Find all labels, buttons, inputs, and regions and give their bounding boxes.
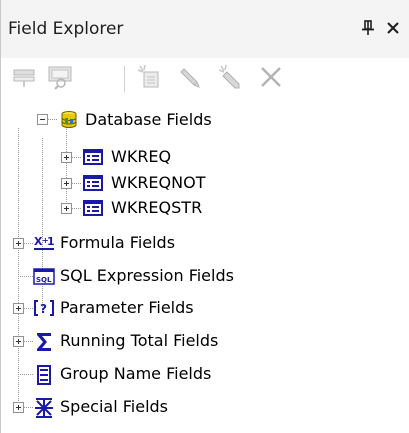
field-explorer-toolbar	[1, 58, 409, 98]
toolbar-separator	[124, 66, 125, 92]
expand-parameter-fields-toggle[interactable]	[13, 303, 24, 314]
browse-data-icon[interactable]	[47, 64, 73, 90]
tree-node-label: SQL Expression Fields	[60, 266, 234, 285]
tree-guide-line	[18, 128, 19, 408]
expand-wkreqstr-toggle[interactable]	[61, 203, 72, 214]
title-bar: Field Explorer	[1, 0, 409, 58]
tree-guide-line	[18, 276, 34, 277]
panel-title: Field Explorer	[8, 19, 124, 39]
tree-node-group-name-fields[interactable]: Group Name Fields	[33, 361, 273, 387]
tree-node-label: Formula Fields	[60, 233, 176, 252]
tree-node-wkreqnot[interactable]: WKREQNOT	[81, 170, 261, 196]
field-tree: Database Fields WKREQ WKREQNOT WKREQSTR …	[1, 98, 409, 433]
expand-running-total-fields-toggle[interactable]	[13, 336, 24, 347]
expand-wkreq-toggle[interactable]	[61, 152, 72, 163]
tree-node-running-total-fields[interactable]: Running Total Fields	[33, 328, 273, 354]
tree-node-label: WKREQNOT	[111, 173, 206, 192]
new-icon[interactable]	[136, 64, 162, 90]
tree-node-label: Group Name Fields	[60, 364, 212, 383]
tree-node-database-fields[interactable]: Database Fields	[57, 107, 277, 133]
insert-to-report-icon[interactable]	[11, 64, 37, 90]
collapse-database-fields-toggle[interactable]	[37, 114, 48, 125]
field-explorer-panel: Field Explorer Database Fields WKREQ WKR…	[0, 0, 409, 433]
group-name-icon	[33, 364, 53, 385]
svg-text:1: 1	[47, 235, 55, 248]
tree-node-label: WKREQSTR	[111, 198, 203, 217]
tree-node-label: Database Fields	[85, 110, 212, 129]
tree-node-wkreq[interactable]: WKREQ	[81, 144, 241, 170]
tree-node-formula-fields[interactable]: X + 1 Formula Fields	[33, 230, 233, 256]
special-icon	[33, 397, 53, 418]
delete-icon[interactable]	[258, 64, 284, 90]
tree-node-parameter-fields[interactable]: ? Parameter Fields	[33, 295, 253, 321]
parameter-icon: ?	[33, 298, 54, 318]
tree-node-label: WKREQ	[111, 147, 172, 166]
close-icon[interactable]	[386, 20, 400, 34]
tree-guide-line	[18, 374, 34, 375]
table-icon	[83, 147, 103, 167]
table-icon	[83, 198, 103, 218]
expand-special-fields-toggle[interactable]	[13, 402, 24, 413]
database-icon	[59, 110, 79, 130]
formula-icon: X + 1	[33, 233, 55, 253]
tree-guide-line	[66, 127, 67, 208]
svg-text:SQL: SQL	[36, 276, 52, 284]
tree-node-label: Running Total Fields	[60, 331, 219, 350]
expand-wkreqnot-toggle[interactable]	[61, 178, 72, 189]
pin-icon[interactable]	[361, 20, 375, 36]
sigma-icon	[33, 331, 53, 351]
tree-node-wkreqstr[interactable]: WKREQSTR	[81, 195, 261, 221]
table-icon	[83, 173, 103, 193]
svg-text:?: ?	[40, 302, 47, 316]
sql-icon: SQL	[33, 266, 55, 286]
rename-icon[interactable]	[217, 64, 243, 90]
tree-node-label: Parameter Fields	[60, 298, 194, 317]
expand-formula-fields-toggle[interactable]	[13, 238, 24, 249]
pencil-icon[interactable]	[178, 64, 204, 90]
tree-node-label: Special Fields	[60, 397, 168, 416]
tree-node-sql-expression-fields[interactable]: SQL SQL Expression Fields	[33, 263, 293, 289]
tree-node-special-fields[interactable]: Special Fields	[33, 394, 253, 420]
